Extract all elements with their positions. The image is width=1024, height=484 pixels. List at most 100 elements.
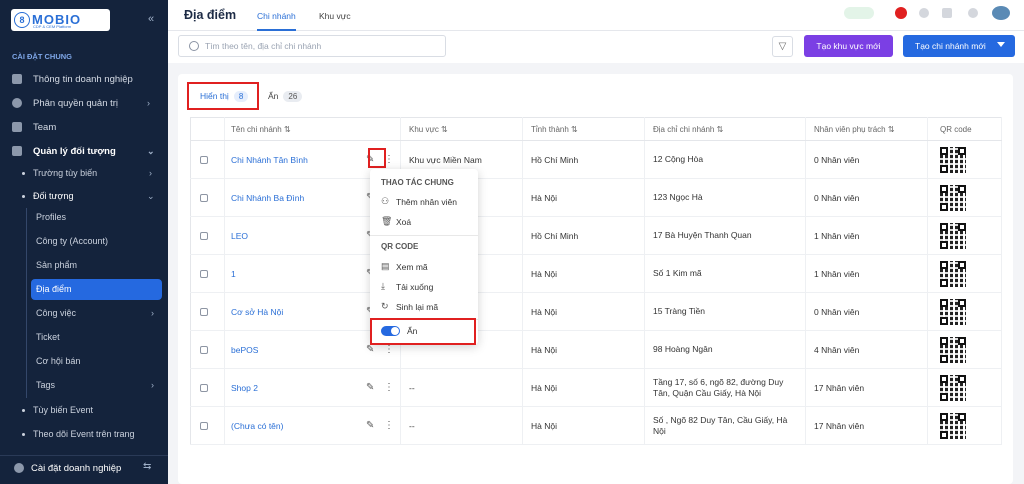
nav-tags[interactable]: Tags › xyxy=(36,375,164,395)
more-actions-icon[interactable]: ⋮ xyxy=(384,420,394,431)
bullet-icon xyxy=(22,195,25,198)
nav-profiles[interactable]: Profiles xyxy=(36,207,164,227)
page-title: Địa điểm xyxy=(184,8,237,22)
table-row[interactable]: Chi Nhánh Tân Bình ✎ ⋮ Khu vực Miền Nam Hồ C… xyxy=(190,140,1002,179)
bullet-icon xyxy=(22,409,25,412)
nav-event-custom[interactable]: Tùy biến Event xyxy=(0,400,168,420)
row-checkbox[interactable] xyxy=(200,307,208,316)
staff-cell: 1 Nhân viên xyxy=(805,216,928,255)
menu-add-staff[interactable]: ⚇ Thêm nhân viên xyxy=(381,196,457,207)
table-row[interactable]: 1✎⋮Hà NộiSố 1 Kim mã1 Nhân viên xyxy=(190,254,1002,293)
nav-opportunities[interactable]: Cơ hội bán xyxy=(36,351,164,371)
branch-name-link[interactable]: Chi Nhánh Tân Bình xyxy=(225,155,308,165)
nav-label: Quản lý đối tượng xyxy=(33,145,116,157)
tab-branches[interactable]: Chi nhánh xyxy=(257,11,296,31)
vietnam-flag-icon[interactable] xyxy=(895,7,907,19)
qr-code-image[interactable] xyxy=(940,336,966,363)
branch-name-link[interactable]: Cơ sở Hà Nội xyxy=(225,307,283,317)
qr-code-image[interactable] xyxy=(940,184,966,211)
subtab-hidden[interactable]: Ẩn 26 xyxy=(268,87,303,105)
bell-icon[interactable] xyxy=(968,8,978,18)
sort-icon: ⇅ xyxy=(716,124,724,134)
qr-code-image[interactable] xyxy=(940,260,966,287)
qr-code-image[interactable] xyxy=(940,412,966,439)
create-region-button[interactable]: Tạo khu vực mới xyxy=(804,35,893,57)
col-province[interactable]: Tỉnh thành ⇅ xyxy=(522,117,645,141)
branch-name-link[interactable]: bePOS xyxy=(225,345,258,355)
address-value: 123 Ngọc Hà xyxy=(653,192,703,202)
table-row[interactable]: Chi Nhánh Ba Đình✎⋮Hà Nội123 Ngọc Hà0 Nh… xyxy=(190,178,1002,217)
table-row[interactable]: LEO✎⋮Hồ Chí Minh17 Bà Huyện Thanh Quan1 … xyxy=(190,216,1002,255)
table-row[interactable]: (Chưa có tên) ✎ ⋮ -- Hà Nội Số , Ngõ 82 Duy T… xyxy=(190,406,1002,445)
tab-regions[interactable]: Khu vực xyxy=(319,11,351,21)
nav-company-account[interactable]: Công ty (Account) xyxy=(36,231,164,251)
col-address[interactable]: Địa chỉ chi nhánh ⇅ xyxy=(644,117,806,141)
row-checkbox[interactable] xyxy=(200,193,208,202)
qr-code-image[interactable] xyxy=(940,222,966,249)
row-checkbox[interactable] xyxy=(200,345,208,354)
col-branch-name[interactable]: Tên chi nhánh ⇅ xyxy=(224,117,401,141)
switch-icon[interactable]: ⇆ xyxy=(143,461,151,472)
avatar[interactable] xyxy=(992,6,1010,20)
address-cell: 17 Bà Huyện Thanh Quan xyxy=(644,216,806,255)
branch-name-link[interactable]: (Chưa có tên) xyxy=(225,421,283,431)
branch-name-link[interactable]: Shop 2 xyxy=(225,383,258,393)
qr-code-image[interactable] xyxy=(940,374,966,401)
nav-tasks[interactable]: Công việc › xyxy=(36,303,164,323)
nav-ticket[interactable]: Ticket xyxy=(36,327,164,347)
nav-label: Cơ hội bán xyxy=(36,356,81,366)
qr-code-image[interactable] xyxy=(940,298,966,325)
nav-custom-fields[interactable]: Trường tùy biến › xyxy=(0,163,168,183)
table-row[interactable]: Cơ sở Hà Nội✎⋮Hà Nội15 Tràng Tiền0 Nhân … xyxy=(190,292,1002,331)
address-cell: 12 Cộng Hòa xyxy=(644,140,806,179)
qr-code-image[interactable] xyxy=(940,146,966,173)
more-actions-icon[interactable]: ⋮ xyxy=(384,344,394,355)
menu-download-qr[interactable]: ⤓ Tải xuống xyxy=(381,281,433,292)
row-checkbox[interactable] xyxy=(200,231,208,240)
collapse-sidebar-icon[interactable]: « xyxy=(148,13,154,25)
qr-cell xyxy=(927,292,1002,331)
row-checkbox[interactable] xyxy=(200,155,208,164)
search-input[interactable]: Tìm theo tên, địa chỉ chi nhánh xyxy=(178,35,446,57)
row-checkbox[interactable] xyxy=(200,383,208,392)
main-panel: Hiển thị 8 Ẩn 26 Tên chi nhánh ⇅ Khu vực ⇅… xyxy=(178,74,1013,484)
mobio-logo[interactable]: 8 MOBIO CDP & CEM Platform xyxy=(11,9,110,31)
nav-products[interactable]: Sản phẩm xyxy=(36,255,164,275)
nav-locations[interactable]: Địa điểm xyxy=(36,279,164,299)
create-branch-button[interactable]: Tạo chi nhánh mới xyxy=(903,35,1015,57)
nav-team[interactable]: Team xyxy=(0,117,168,137)
row-checkbox[interactable] xyxy=(200,421,208,430)
edit-icon[interactable]: ✎ xyxy=(366,420,376,431)
branch-name-link[interactable]: Chi Nhánh Ba Đình xyxy=(225,193,304,203)
col-staff[interactable]: Nhân viên phụ trách ⇅ xyxy=(805,117,928,141)
more-actions-icon[interactable]: ⋮ xyxy=(384,382,394,393)
menu-regenerate-qr[interactable]: ↻ Sinh lại mã xyxy=(381,301,438,312)
nav-event-tracking[interactable]: Theo dõi Event trên trang xyxy=(0,424,168,444)
menu-view-qr[interactable]: ▤ Xem mã xyxy=(381,261,428,272)
branch-name-link[interactable]: 1 xyxy=(225,269,236,279)
nav-permissions[interactable]: Phân quyền quản trị › xyxy=(0,93,168,113)
address-cell: Số , Ngõ 82 Duy Tân, Cầu Giấy, Hà Nội xyxy=(644,406,806,445)
nav-business-settings[interactable]: Cài đặt doanh nghiệp ⇆ xyxy=(0,455,168,480)
help-icon[interactable] xyxy=(942,8,952,18)
staff-value: 0 Nhân viên xyxy=(814,154,860,165)
menu-delete[interactable]: 🗑 Xoá xyxy=(381,216,411,227)
edit-icon[interactable]: ✎ xyxy=(366,344,376,355)
nav-objects[interactable]: Đối tượng ⌄ xyxy=(0,186,168,206)
nav-object-management[interactable]: Quản lý đối tượng ⌄ xyxy=(0,141,168,161)
edit-icon[interactable]: ✎ xyxy=(366,382,376,393)
table-row[interactable]: bePOS ✎ ⋮ Hà Nội 98 Hoàng Ngân 4 Nhân viên xyxy=(190,330,1002,369)
row-checkbox[interactable] xyxy=(200,269,208,278)
nav-company-info[interactable]: Thông tin doanh nghiệp xyxy=(0,69,168,89)
address-value: 98 Hoàng Ngân xyxy=(653,344,713,354)
address-cell: 15 Tràng Tiền xyxy=(644,292,806,331)
province-cell: Hồ Chí Minh xyxy=(522,140,645,179)
filter-button[interactable]: ▽ xyxy=(772,36,793,57)
tree-line xyxy=(26,208,27,398)
col-region[interactable]: Khu vực ⇅ xyxy=(400,117,523,141)
phone-icon[interactable] xyxy=(919,8,929,18)
branch-name-link[interactable]: LEO xyxy=(225,231,248,241)
call-status-icon[interactable] xyxy=(844,7,874,19)
table-row[interactable]: Shop 2 ✎ ⋮ -- Hà Nội Tầng 17, số 6, ngõ 82, đ… xyxy=(190,368,1002,407)
highlight-box xyxy=(368,148,386,168)
